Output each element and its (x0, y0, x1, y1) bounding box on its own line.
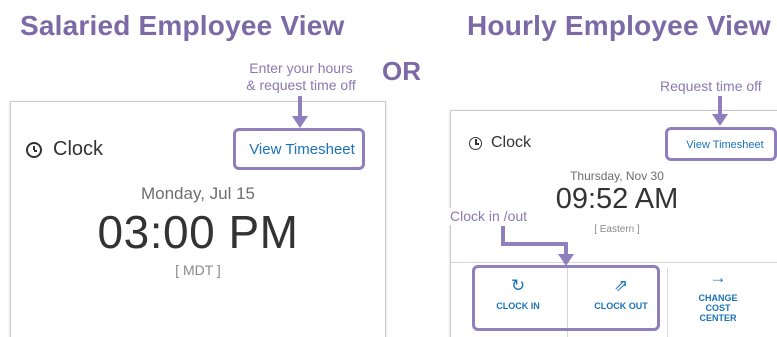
comparison-graphic: Salaried Employee View OR Hourly Employe… (0, 0, 777, 337)
salaried-arrow-head (292, 116, 308, 128)
clock-inout-arrow-head (558, 254, 574, 266)
annotation-arrows (292, 96, 728, 266)
hourly-arrow-head (712, 114, 728, 126)
clock-inout-arrow-shaft (501, 226, 568, 256)
